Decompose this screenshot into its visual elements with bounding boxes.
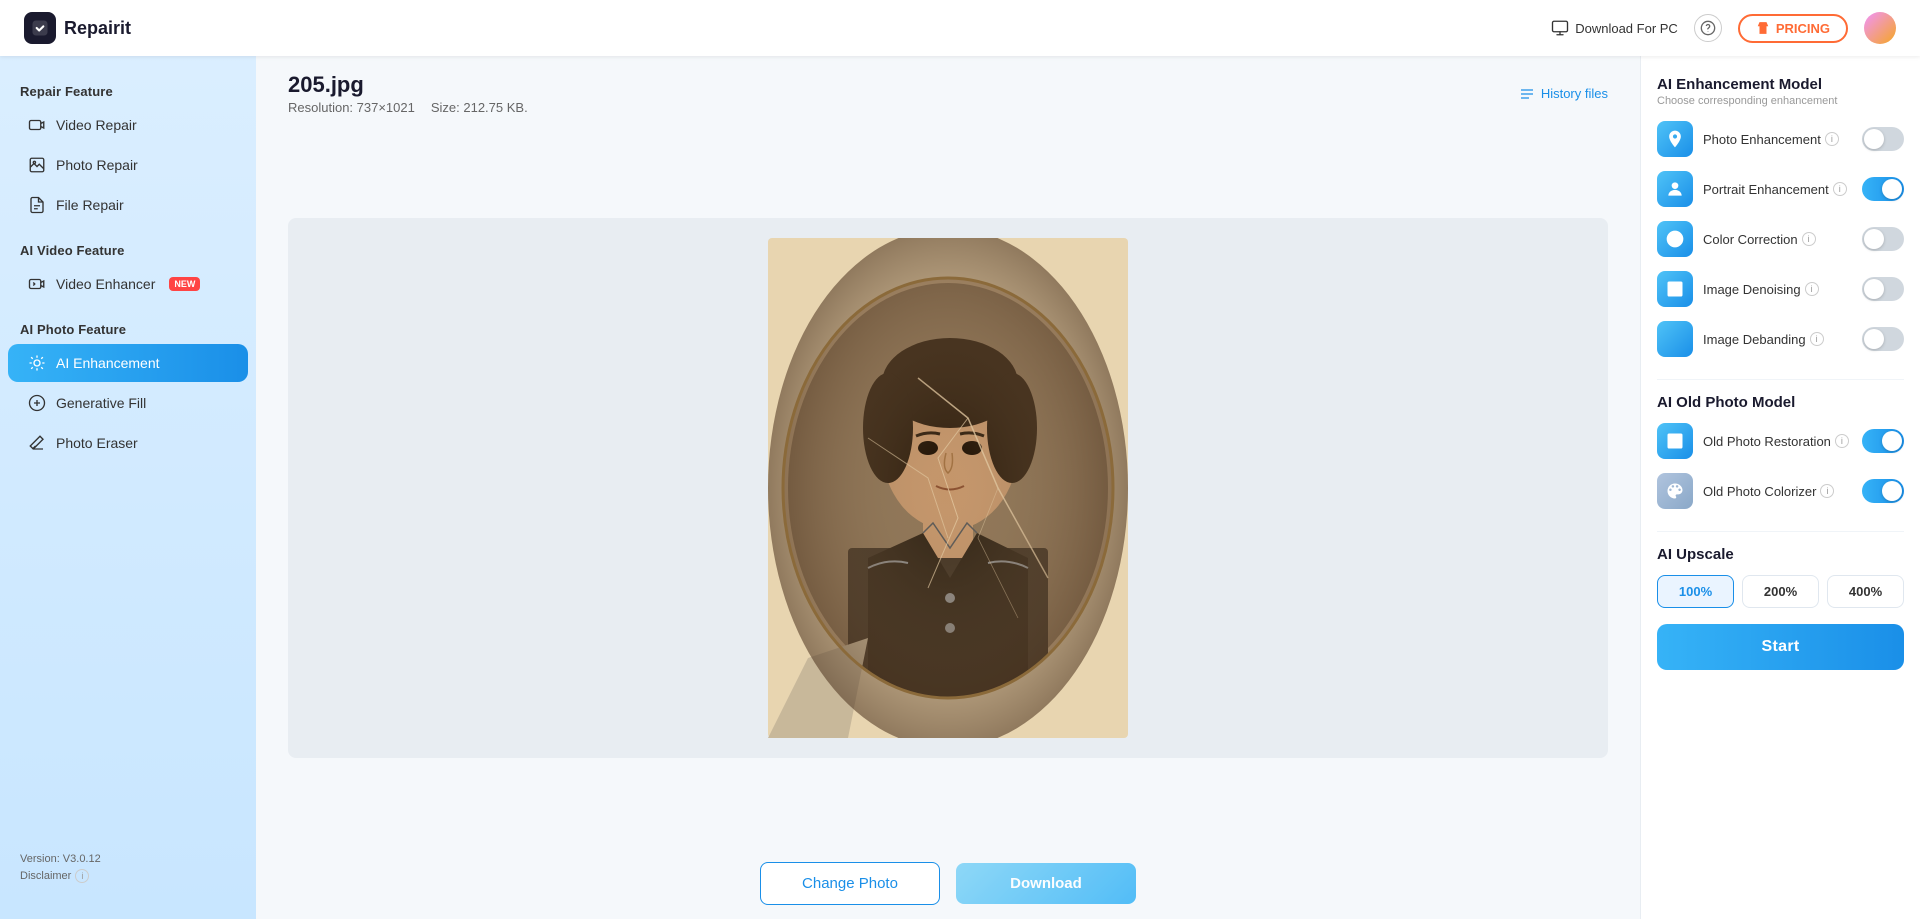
history-files-button[interactable]: History files (1519, 86, 1608, 102)
portrait-enhancement-name: Portrait Enhancement i (1703, 182, 1852, 197)
help-button[interactable] (1694, 14, 1722, 42)
image-denoising-row: Image Denoising i (1657, 271, 1904, 307)
pricing-button[interactable]: PRICING (1738, 14, 1848, 43)
enhancement-model-title: AI Enhancement Model (1657, 76, 1904, 93)
generative-fill-label: Generative Fill (56, 395, 146, 411)
upscale-options: 100% 200% 400% (1657, 575, 1904, 608)
color-correction-toggle[interactable] (1862, 227, 1904, 251)
disclaimer-button[interactable]: Disclaimer i (20, 869, 236, 883)
portrait-enhancement-toggle[interactable] (1862, 177, 1904, 201)
sidebar: Repair Feature Video Repair Photo Repair… (0, 56, 256, 919)
file-repair-label: File Repair (56, 197, 124, 213)
old-photo-colorizer-info[interactable]: i (1820, 484, 1834, 498)
sidebar-item-ai-enhancement[interactable]: AI Enhancement (8, 344, 248, 382)
image-container (288, 218, 1608, 758)
portrait-enhancement-info[interactable]: i (1833, 182, 1847, 196)
image-denoising-name: Image Denoising i (1703, 282, 1852, 297)
portrait-enhancement-icon (1657, 171, 1693, 207)
image-debanding-info[interactable]: i (1810, 332, 1824, 346)
action-bar: Change Photo Download (256, 848, 1640, 919)
video-repair-label: Video Repair (56, 117, 137, 133)
user-avatar[interactable] (1864, 12, 1896, 44)
version-label: Version: V3.0.12 (20, 853, 236, 865)
change-photo-button[interactable]: Change Photo (760, 862, 940, 905)
old-photo-colorizer-toggle[interactable] (1862, 479, 1904, 503)
image-debanding-row: Image Debanding i (1657, 321, 1904, 357)
file-resolution: Resolution: 737×1021 (288, 100, 415, 115)
upscale-title: AI Upscale (1657, 546, 1904, 563)
repair-feature-label: Repair Feature (0, 76, 256, 105)
upscale-200-button[interactable]: 200% (1742, 575, 1819, 608)
topbar-right: Download For PC PRICING (1551, 12, 1896, 44)
old-photo-colorizer-name: Old Photo Colorizer i (1703, 484, 1852, 499)
image-debanding-name: Image Debanding i (1703, 332, 1852, 347)
image-debanding-toggle[interactable] (1862, 327, 1904, 351)
photo-enhancement-info[interactable]: i (1825, 132, 1839, 146)
app-logo (24, 12, 56, 44)
photo-enhancement-name: Photo Enhancement i (1703, 132, 1852, 147)
disclaimer-info-icon: i (75, 869, 89, 883)
panel-divider-2 (1657, 531, 1904, 532)
portrait-enhancement-row: Portrait Enhancement i (1657, 171, 1904, 207)
file-info-left: 205.jpg Resolution: 737×1021 Size: 212.7… (288, 72, 528, 115)
panel-divider-1 (1657, 379, 1904, 380)
sidebar-item-video-enhancer[interactable]: Video Enhancer NEW (8, 265, 248, 303)
photo-enhancement-row: Photo Enhancement i (1657, 121, 1904, 157)
old-photo-restoration-name: Old Photo Restoration i (1703, 434, 1852, 449)
old-photo-restoration-info[interactable]: i (1835, 434, 1849, 448)
file-info-bar: 205.jpg Resolution: 737×1021 Size: 212.7… (256, 56, 1640, 127)
color-correction-row: Color Correction i (1657, 221, 1904, 257)
old-photo-restoration-toggle[interactable] (1862, 429, 1904, 453)
ai-photo-feature-label: AI Photo Feature (0, 314, 256, 343)
old-photo-colorizer-row: Old Photo Colorizer i (1657, 473, 1904, 509)
sidebar-item-file-repair[interactable]: File Repair (8, 186, 248, 224)
brand-name: Repairit (64, 18, 131, 39)
file-meta: Resolution: 737×1021 Size: 212.75 KB. (288, 100, 528, 115)
old-photo-colorizer-icon (1657, 473, 1693, 509)
image-preview-area (256, 127, 1640, 848)
old-photo-restoration-row: Old Photo Restoration i (1657, 423, 1904, 459)
sidebar-footer: Version: V3.0.12 Disclaimer i (0, 837, 256, 899)
upscale-400-button[interactable]: 400% (1827, 575, 1904, 608)
color-correction-icon (1657, 221, 1693, 257)
old-photo-restoration-icon (1657, 423, 1693, 459)
image-debanding-icon (1657, 321, 1693, 357)
topbar-left: Repairit (24, 12, 131, 44)
history-files-label: History files (1541, 86, 1608, 101)
photo-preview (768, 238, 1128, 738)
disclaimer-label: Disclaimer (20, 870, 71, 882)
new-badge: NEW (169, 277, 200, 291)
pricing-label: PRICING (1776, 21, 1830, 36)
photo-repair-label: Photo Repair (56, 157, 138, 173)
photo-eraser-label: Photo Eraser (56, 435, 138, 451)
topbar: Repairit Download For PC PRICING (0, 0, 1920, 56)
file-size: Size: 212.75 KB. (431, 100, 528, 115)
image-denoising-info[interactable]: i (1805, 282, 1819, 296)
download-button[interactable]: Download (956, 863, 1136, 904)
color-correction-name: Color Correction i (1703, 232, 1852, 247)
main-layout: Repair Feature Video Repair Photo Repair… (0, 56, 1920, 919)
photo-enhancement-toggle[interactable] (1862, 127, 1904, 151)
ai-video-feature-label: AI Video Feature (0, 235, 256, 264)
right-panel: AI Enhancement Model Choose correspondin… (1640, 56, 1920, 919)
ai-enhancement-label: AI Enhancement (56, 355, 160, 371)
image-denoising-toggle[interactable] (1862, 277, 1904, 301)
content-area: 205.jpg Resolution: 737×1021 Size: 212.7… (256, 56, 1640, 919)
enhancement-model-subtitle: Choose corresponding enhancement (1657, 95, 1904, 107)
start-button[interactable]: Start (1657, 624, 1904, 670)
photo-enhancement-icon (1657, 121, 1693, 157)
color-correction-info[interactable]: i (1802, 232, 1816, 246)
upscale-100-button[interactable]: 100% (1657, 575, 1734, 608)
sidebar-item-photo-eraser[interactable]: Photo Eraser (8, 424, 248, 462)
image-denoising-icon (1657, 271, 1693, 307)
old-photo-model-title: AI Old Photo Model (1657, 394, 1904, 411)
file-name: 205.jpg (288, 72, 528, 98)
video-enhancer-label: Video Enhancer (56, 276, 155, 292)
sidebar-item-generative-fill[interactable]: Generative Fill (8, 384, 248, 422)
download-pc-button[interactable]: Download For PC (1551, 19, 1678, 37)
download-pc-label: Download For PC (1575, 21, 1678, 36)
sidebar-item-photo-repair[interactable]: Photo Repair (8, 146, 248, 184)
sidebar-item-video-repair[interactable]: Video Repair (8, 106, 248, 144)
